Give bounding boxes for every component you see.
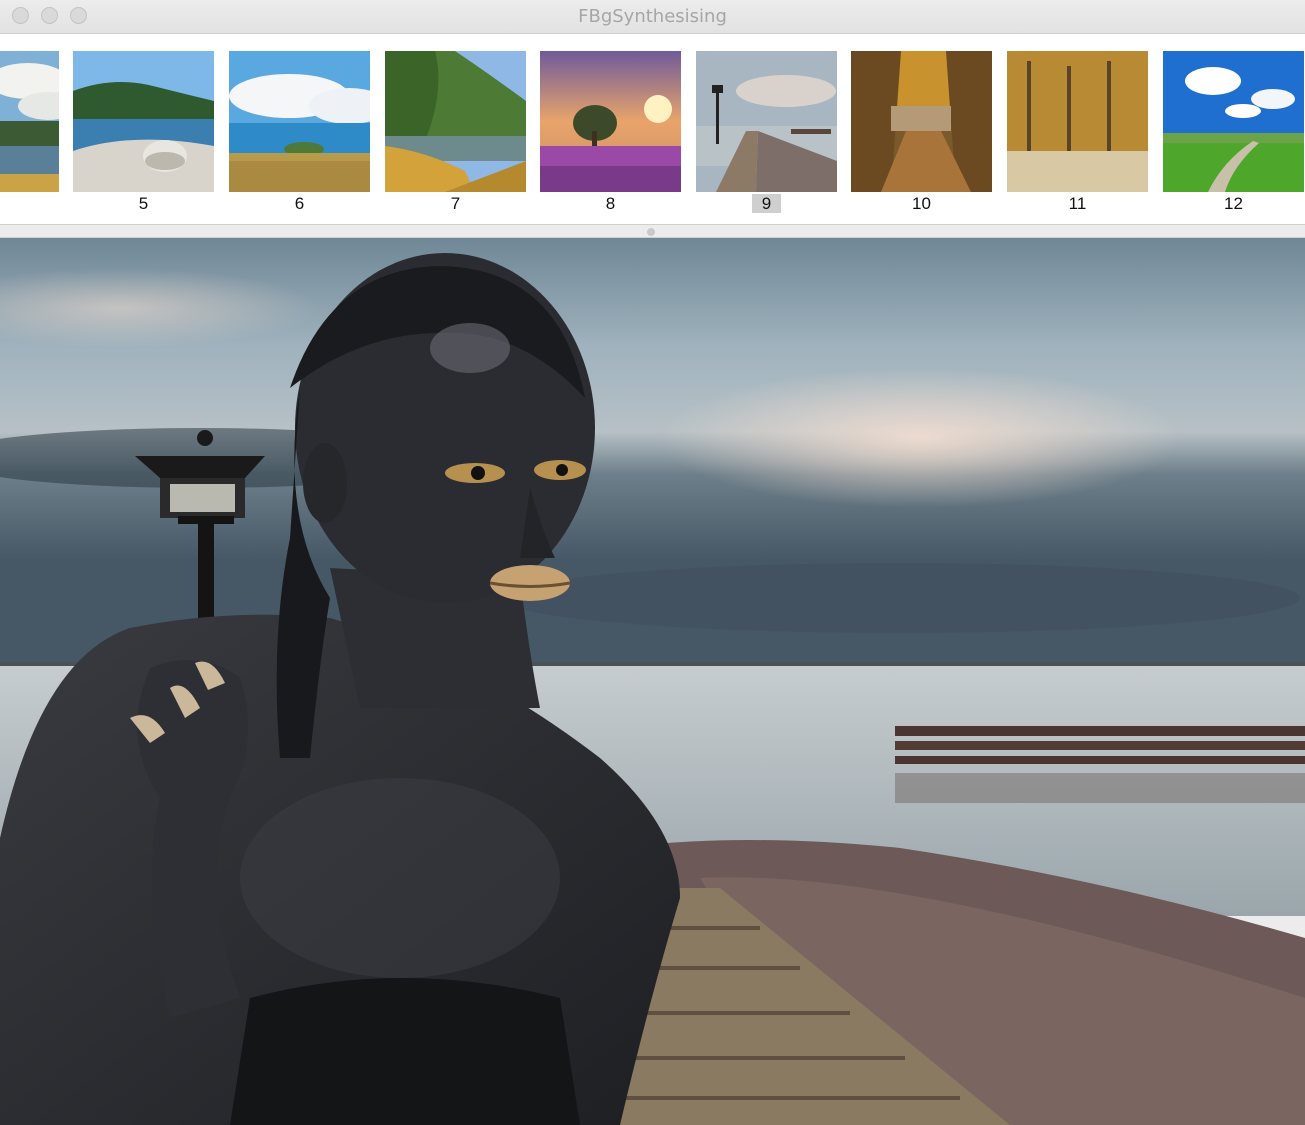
thumbnail-label: 12: [1224, 194, 1243, 213]
thumbnail-6[interactable]: 6: [229, 51, 370, 213]
split-view-divider[interactable]: [0, 225, 1305, 238]
thumbnail-partial[interactable]: [0, 51, 59, 192]
thumbnail-label: 8: [605, 194, 616, 213]
thumbnail-9[interactable]: 9: [696, 51, 837, 213]
thumbnail-image: [0, 51, 59, 192]
thumbnail-image: [851, 51, 992, 192]
thumbnail-10[interactable]: 10: [851, 51, 992, 213]
thumbnail-5[interactable]: 5: [73, 51, 214, 213]
thumbnail-8[interactable]: 8: [540, 51, 681, 213]
thumbnail-12[interactable]: 12: [1163, 51, 1304, 213]
composite-image-view: [0, 238, 1305, 1125]
thumbnail-label: 5: [138, 194, 149, 213]
thumbnail-7[interactable]: 7: [385, 51, 526, 213]
thumbnail-label: 10: [912, 194, 931, 213]
composite-image: [0, 238, 1305, 1125]
thumbnail-11[interactable]: 11: [1007, 51, 1148, 213]
thumbnail-strip[interactable]: 5 6 7 8 9 10 11 12: [0, 34, 1305, 225]
thumbnail-image: [1007, 51, 1148, 192]
thumbnail-label: 6: [294, 194, 305, 213]
thumbnail-image: [540, 51, 681, 192]
thumbnail-label: 9: [696, 194, 837, 214]
thumbnail-image: [1163, 51, 1304, 192]
thumbnail-image: [73, 51, 214, 192]
thumbnail-image: [696, 51, 837, 192]
thumbnail-image: [385, 51, 526, 192]
window-title: FBgSynthesising: [578, 6, 727, 27]
divider-handle[interactable]: [647, 228, 655, 236]
title-bar: FBgSynthesising: [0, 0, 1305, 34]
thumbnail-image: [229, 51, 370, 192]
thumbnail-label: 7: [450, 194, 461, 213]
thumbnail-label: 11: [1068, 194, 1087, 213]
